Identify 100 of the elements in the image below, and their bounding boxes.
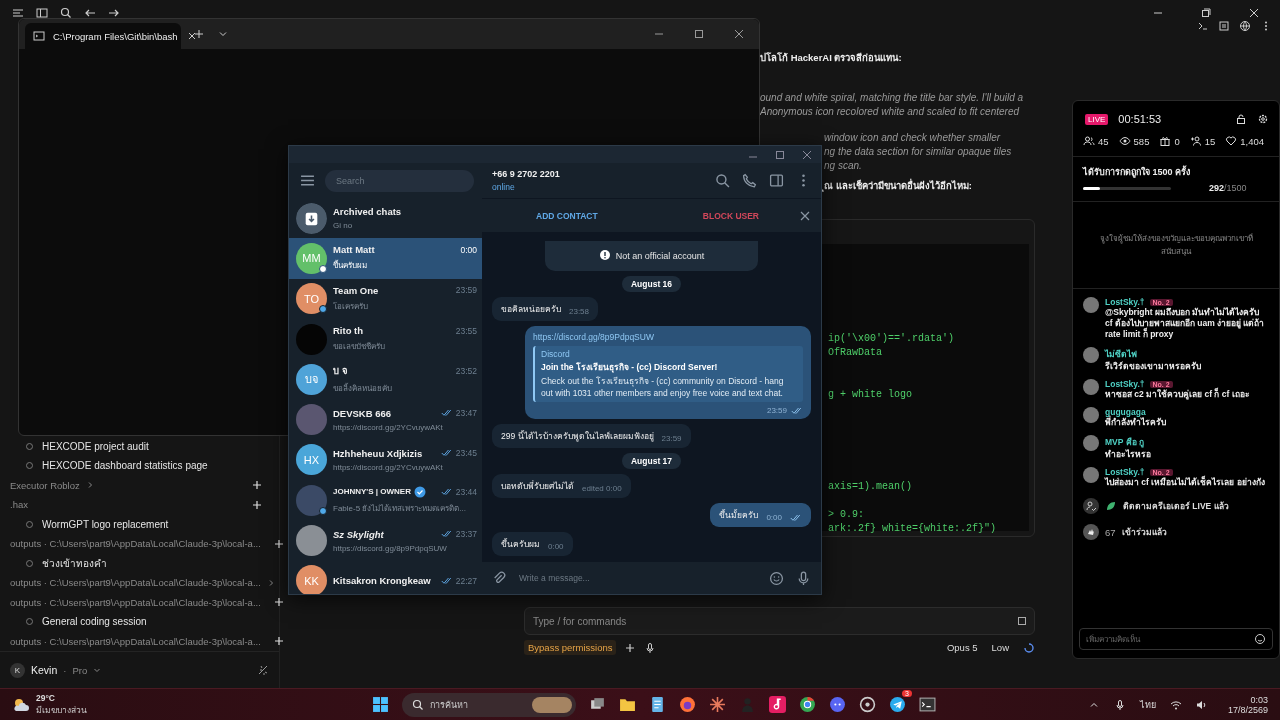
model-selector[interactable]: Opus 5 <box>946 642 978 653</box>
chat-item[interactable]: Archived chats Gi no <box>289 198 482 239</box>
conversation-item[interactable]: WormGPT logo replacement <box>42 518 169 530</box>
terminal-icon[interactable] <box>1197 20 1209 32</box>
folder-icon[interactable] <box>619 696 636 713</box>
new-tab-icon[interactable] <box>193 28 205 40</box>
sidebar-toggle-icon[interactable] <box>36 7 48 19</box>
project-label[interactable]: outputs · C:\Users\part9\AppData\Local\Claude-3p\local-a... <box>10 538 261 550</box>
permission-mode-button[interactable]: Bypass permissions <box>524 640 617 655</box>
restore-icon[interactable] <box>1200 7 1212 19</box>
wheel-icon[interactable] <box>859 696 876 713</box>
stop-icon[interactable] <box>1018 617 1026 625</box>
microphone-icon[interactable] <box>644 641 657 654</box>
close-icon[interactable] <box>733 28 745 40</box>
menu-icon[interactable] <box>12 7 24 19</box>
maximize-icon[interactable] <box>693 28 705 40</box>
link-preview-card[interactable]: Discord Join the โรงเรียนธุรกิจ - (cc) Discord Server! Check out the โรงเรียนธุรกิจ - (cc) community on Discord - hang out with 1031 other members and enjoy free voice and text chat. <box>533 346 803 402</box>
link[interactable]: https://discord.gg/8p9PdpqSUW <box>533 332 803 342</box>
microphone-icon[interactable] <box>1113 698 1126 711</box>
close-icon[interactable] <box>1248 7 1260 19</box>
code-line: OfRawData <box>828 346 883 360</box>
chat-time: 23:45 <box>455 448 477 459</box>
search-icon[interactable] <box>60 7 72 19</box>
goal-target: /1500 <box>1224 183 1247 193</box>
panel-icon[interactable] <box>1218 20 1230 32</box>
command-input[interactable]: Type / for commands <box>524 607 1035 635</box>
music-note-icon[interactable] <box>769 696 786 713</box>
commenter-name[interactable]: MVP คือ กู <box>1105 435 1144 449</box>
phone-icon[interactable] <box>742 173 757 188</box>
plus-icon[interactable] <box>251 498 263 511</box>
comment-input[interactable]: เพิ่มความคิดเห็น <box>1079 628 1273 650</box>
commenter-name[interactable]: ไม่ซีดไฟ <box>1105 347 1137 361</box>
chat-item[interactable]: DEVSKB 666 23:47 https://discord.gg/2YCvuywAKt <box>289 399 482 440</box>
commenter-name[interactable]: LostSky.† <box>1105 379 1145 389</box>
language-indicator[interactable]: ไทย <box>1139 697 1156 712</box>
windows-logo-icon[interactable] <box>372 696 389 713</box>
emoji-icon[interactable] <box>769 570 784 586</box>
clock[interactable]: 0:03 17/8/2569 <box>1227 694 1268 715</box>
user-name[interactable]: Kevin <box>31 664 58 676</box>
terminal-icon[interactable] <box>919 696 936 713</box>
project-label[interactable]: outputs · C:\Users\part9\AppData\Local\Claude-3p\local-a... <box>10 596 261 608</box>
notepad-icon[interactable] <box>649 696 666 713</box>
microphone-icon[interactable] <box>796 570 811 586</box>
back-arrow-icon[interactable] <box>84 7 96 19</box>
side-panel-icon[interactable] <box>769 173 784 188</box>
starburst-icon[interactable] <box>709 696 726 713</box>
gamepad-icon[interactable] <box>829 696 846 713</box>
project-label[interactable]: outputs · C:\Users\part9\AppData\Local\Claude-3p\local-a... <box>10 577 261 589</box>
conversation-item[interactable]: HEXCODE dashboard statistics page <box>42 460 208 472</box>
chat-item[interactable]: บจ บ จ 23:52 ขอลิ้งคิลหน่อยคับ <box>289 359 482 400</box>
plus-icon[interactable] <box>272 537 285 550</box>
search-icon[interactable] <box>715 173 730 188</box>
chat-name: Kitsakron Krongkeaw <box>333 575 431 587</box>
sparkle-icon[interactable] <box>257 664 269 676</box>
chat-item[interactable]: HX Hzhheheuu Xdjkizis 23:45 https://discord.gg/2YCvuywAKt <box>289 439 482 481</box>
project-label[interactable]: outputs · C:\Users\part9\AppData\Local\Claude-3p\local-a... <box>10 635 261 647</box>
taskbar-search-field[interactable]: การค้นหา <box>402 692 576 717</box>
chat-item[interactable]: JOHNNY'S | OWNER 23:44 Fable-5 ยังไม่ได้เทสเพราะหมดเครดิต... <box>289 480 482 521</box>
exclamation-icon <box>598 249 611 261</box>
user-avatar[interactable]: K <box>10 662 25 678</box>
plus-icon[interactable] <box>251 479 263 492</box>
paper-plane-icon[interactable] <box>889 696 906 713</box>
forward-arrow-icon[interactable] <box>108 7 120 19</box>
chat-time: 23:52 <box>455 365 477 376</box>
settings-icon[interactable] <box>1257 113 1269 125</box>
conversation-item[interactable]: General coding session <box>42 616 147 628</box>
chat-item[interactable]: TO Team One 23:59 โอเครครับ <box>289 278 482 319</box>
commenter-name[interactable]: LostSky.† <box>1105 297 1145 307</box>
project-label[interactable]: Executor Robloz <box>10 479 80 491</box>
conversation-item[interactable]: ช่วงเข้าทองคำ <box>42 555 107 571</box>
chat-preview: ขึ้นครับผม <box>333 259 368 273</box>
comment-text: @Skybright ผมถึงบอก มันทำไม่ได้ไงครับ cf ต้องไปบายพาสแยกอีก uam ง่ายอยู่ แต่ถ้า rate limit ก็ proxy <box>1105 307 1266 340</box>
chat-item[interactable]: KK Kitsakron Krongkeaw 22:27 <box>289 560 482 594</box>
commenter-name[interactable]: gugugaga <box>1105 407 1146 417</box>
chat-item[interactable]: Rito th 23:55 ขอเลขบัชชีครับ <box>289 318 482 360</box>
close-icon[interactable] <box>799 209 811 222</box>
conversation-item[interactable]: HEXCODE project audit <box>42 440 149 452</box>
menu-icon[interactable] <box>300 173 315 188</box>
effort-selector[interactable]: Low <box>991 642 1009 653</box>
plus-icon[interactable] <box>272 635 285 648</box>
thinking-text: Anonymous icon recolored white and scaled to fit centered <box>760 105 1021 119</box>
plus-icon[interactable] <box>624 641 637 654</box>
chrome-icon[interactable] <box>799 696 816 713</box>
plus-icon[interactable] <box>272 596 285 609</box>
wifi-icon[interactable] <box>1169 698 1182 711</box>
speaker-icon[interactable] <box>1195 698 1208 711</box>
browser-fox-icon[interactable] <box>679 696 696 713</box>
project-label[interactable]: .hax <box>10 499 28 511</box>
chat-item[interactable]: MM Matt Matt 0:00 ขึ้นครับผม <box>289 238 482 279</box>
avatar <box>1083 347 1099 363</box>
add-contact-button[interactable]: ADD CONTACT <box>536 210 598 221</box>
block-user-button[interactable]: BLOCK USER <box>702 210 759 221</box>
globe-icon[interactable] <box>1239 20 1251 32</box>
commenter-name[interactable]: LostSky.† <box>1105 467 1145 477</box>
paperclip-icon[interactable] <box>492 570 507 586</box>
emoji-icon[interactable] <box>1254 633 1266 645</box>
maximize-icon[interactable] <box>774 148 786 161</box>
weather-text: มีเมฆบางส่วน <box>36 703 87 717</box>
lock-icon[interactable] <box>1235 113 1247 125</box>
chat-item[interactable]: Sz Skylight 23:37 https://discord.gg/8p9PdpqSUW <box>289 520 482 561</box>
